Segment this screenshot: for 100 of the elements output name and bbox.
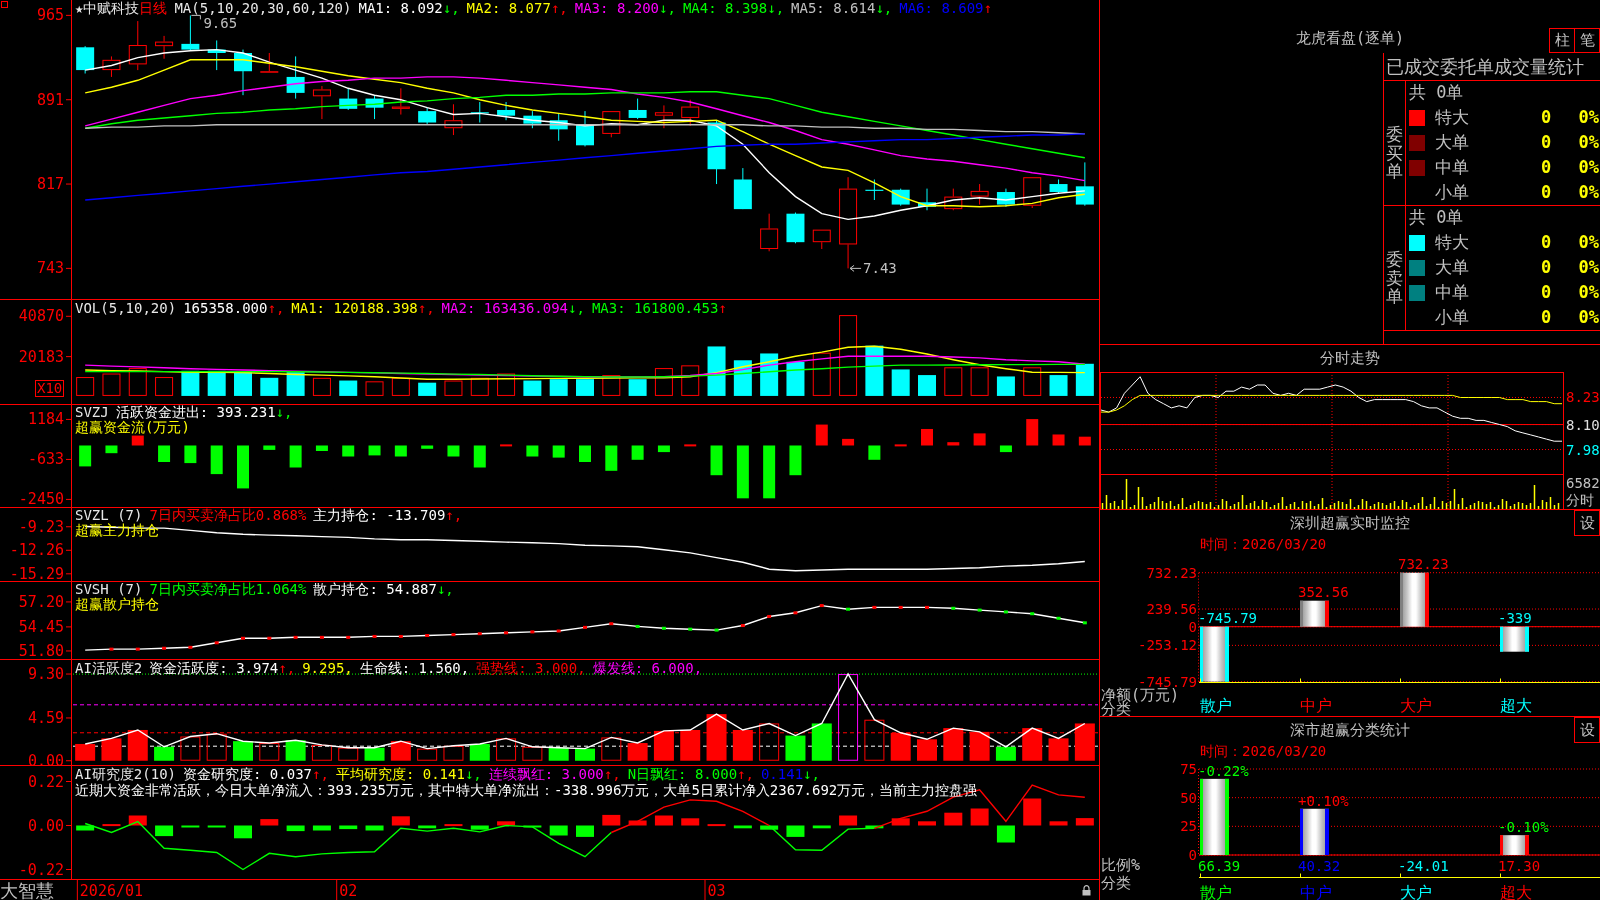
indicator-value: 9.295, <box>302 660 353 676</box>
indicator-value: MA2: 8.077 <box>466 0 551 16</box>
indicator-name: AI活跃度2 <box>75 660 143 676</box>
candlestick <box>628 98 647 120</box>
axis-label: 1184 <box>27 410 64 429</box>
view-toggle-button[interactable]: 柱 <box>1549 28 1575 53</box>
fund-flow-bar <box>79 445 92 467</box>
value-label: 40.32 <box>1298 858 1341 874</box>
trend-arrow: ↑ <box>718 300 727 316</box>
order-total: 共 0单 <box>1409 206 1464 230</box>
bar <box>1200 626 1229 682</box>
axis-label: -2450 <box>18 490 64 507</box>
research-bar <box>155 825 174 837</box>
fund-flow-bar <box>1026 419 1039 446</box>
category-label: 超大 <box>1500 882 1532 900</box>
fund-flow-bar <box>526 445 539 457</box>
trend-arrow: ↓, <box>875 0 893 16</box>
data-point <box>767 614 772 618</box>
activity-bar <box>943 728 964 761</box>
data-point <box>477 632 482 636</box>
axis-label: 0 <box>1188 847 1197 863</box>
data-point <box>425 634 430 638</box>
callout-line-icon <box>190 14 201 20</box>
data-point <box>214 641 219 645</box>
order-count: 0 <box>1539 255 1553 279</box>
value-label: -339 <box>1498 609 1532 626</box>
order-size-label: 大单 <box>1435 255 1469 279</box>
data-point <box>372 634 377 638</box>
activity-bar <box>917 739 937 761</box>
category-label: 散户 <box>1200 695 1232 715</box>
time-label: 时间：2026/03/20 <box>1200 743 1327 759</box>
volume-bar <box>102 373 121 396</box>
volume-bar <box>365 381 384 396</box>
candlestick <box>128 20 147 71</box>
volume-bar <box>628 379 647 396</box>
activity-bar <box>101 738 122 761</box>
volume-bar <box>760 353 779 396</box>
settings-button[interactable]: 设 <box>1574 717 1600 743</box>
indicator-value: 活跃资金进出: 393.231 <box>115 405 276 420</box>
fund-flow-bar <box>131 435 144 446</box>
fund-flow-bar <box>210 445 223 475</box>
fund-flow-bar <box>894 444 907 447</box>
activity-bar <box>680 730 701 761</box>
order-size-label: 特大 <box>1435 230 1469 254</box>
volume-bar <box>970 367 989 396</box>
fund-flow-bar <box>421 445 434 449</box>
volume-bar <box>181 370 200 396</box>
activity-bar <box>233 741 253 761</box>
data-point <box>188 645 193 649</box>
fund-flow-bar <box>579 445 591 462</box>
data-point <box>793 611 798 615</box>
volume-bar <box>654 368 673 396</box>
value-label: 66.39 <box>1198 858 1241 874</box>
volume-bar <box>576 379 594 396</box>
view-toggle-button[interactable]: 笔 <box>1575 28 1600 53</box>
axis-label: 4.59 <box>27 708 64 727</box>
activity-bar <box>75 743 96 761</box>
data-point <box>609 622 614 626</box>
candlestick <box>234 49 252 96</box>
research-bar <box>444 824 463 827</box>
research-bar <box>1023 798 1042 826</box>
axis-title: 比例% <box>1101 856 1141 874</box>
fund-flow-bar <box>763 445 776 499</box>
data-point <box>635 624 640 628</box>
indicator-value: MA3: 8.200 <box>574 0 660 16</box>
date-label: 2026/01 <box>79 881 144 900</box>
trend-arrow: ↓, <box>275 405 293 420</box>
lock-icon[interactable] <box>1082 885 1091 896</box>
fund-flow-bar <box>394 445 407 457</box>
axis-label: 50 <box>1180 789 1197 806</box>
candlestick <box>1023 176 1042 209</box>
indicator-value: 7日内买卖净占比1.064% <box>149 582 307 597</box>
data-point <box>451 633 456 637</box>
indicator-value: 资金活跃度: 3.974 <box>149 660 279 676</box>
volume-bar <box>918 375 936 396</box>
activity-bar <box>995 746 1016 761</box>
trend-arrow: ↑ <box>983 0 992 16</box>
fund-flow-bar <box>657 445 670 453</box>
volume-bar <box>944 367 963 396</box>
candlestick <box>654 104 673 129</box>
research-bar <box>865 825 884 829</box>
candlestick <box>339 87 358 111</box>
time-label: 时间：2026/03/20 <box>1200 536 1327 552</box>
activity-bar <box>1022 728 1043 761</box>
indicator-name: VOL(5,10,20) <box>75 300 177 316</box>
volume-bar <box>812 352 831 396</box>
activity-bar <box>496 738 517 761</box>
fund-flow-bar <box>105 445 118 454</box>
volume-bar <box>1023 367 1042 396</box>
volume-bar <box>391 377 410 396</box>
research-bar <box>996 825 1015 843</box>
stock-name: ★中赋科技 <box>75 0 140 16</box>
data-point <box>504 631 509 635</box>
fund-flow-bar <box>1078 436 1091 446</box>
candlestick <box>812 229 831 250</box>
settings-button[interactable]: 设 <box>1574 510 1600 536</box>
activity-bar <box>706 714 727 761</box>
data-point <box>267 636 272 640</box>
research-bar <box>891 818 910 826</box>
volume-bar <box>549 379 568 396</box>
